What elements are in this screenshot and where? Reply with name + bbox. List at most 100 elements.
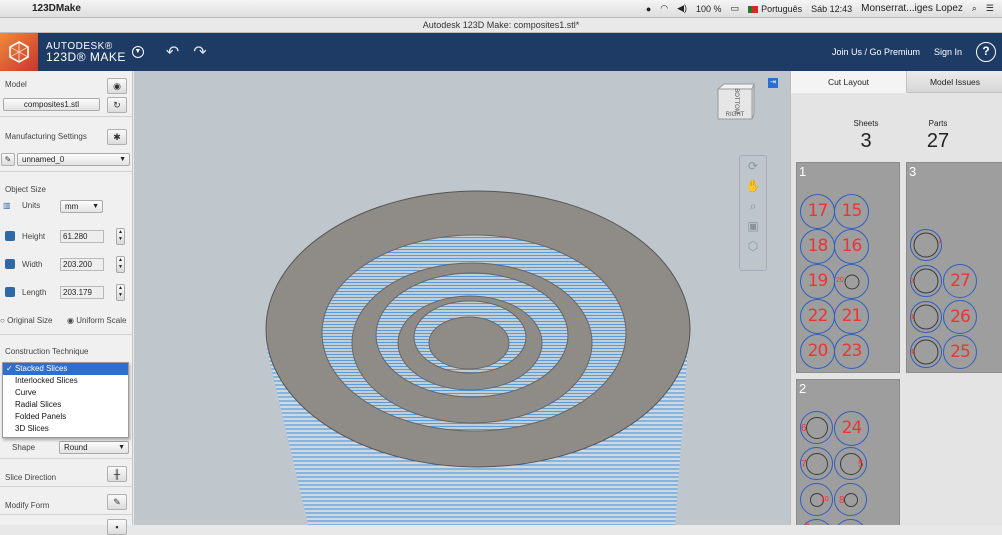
part[interactable]: 1 xyxy=(910,229,942,261)
part[interactable]: 20 xyxy=(800,334,835,369)
length-field[interactable]: 203.179 xyxy=(60,286,104,299)
length-icon xyxy=(5,287,15,297)
part-hole xyxy=(805,416,828,439)
pin-icon[interactable]: ⇥ xyxy=(768,78,778,88)
part[interactable]: 18 xyxy=(800,229,835,264)
part[interactable]: 17 xyxy=(800,194,835,229)
modify-form-section[interactable]: Modify Form ✎ xyxy=(0,487,133,515)
part[interactable]: 4 xyxy=(910,336,942,368)
right-tabs: Cut Layout Model Issues xyxy=(791,71,1002,93)
length-stepper[interactable]: ▲ ▼ xyxy=(116,284,125,301)
menu-item-curve[interactable]: Curve xyxy=(3,387,128,399)
mac-menubar: 123DMake ● ◠ ◀) 100 % ▭ Português Sáb 12… xyxy=(0,0,1002,18)
tab-cut-layout[interactable]: Cut Layout xyxy=(791,71,907,93)
part[interactable]: 3 xyxy=(910,301,942,333)
part[interactable]: 5 xyxy=(834,447,867,480)
home-view-icon[interactable]: ⬡ xyxy=(740,236,766,256)
uniform-scale-radio[interactable]: ◉ Uniform Scale xyxy=(67,316,126,325)
manufacturing-select[interactable]: unnamed_0 ▼ xyxy=(17,153,130,166)
slice-direction-section[interactable]: Slice Direction ╫ xyxy=(0,459,133,487)
tab-model-issues[interactable]: Model Issues xyxy=(907,71,1002,93)
part[interactable]: 27 xyxy=(943,264,977,298)
original-size-radio[interactable]: ○ Original Size xyxy=(0,316,52,325)
part[interactable]: 26 xyxy=(943,300,977,334)
modify-form-icon[interactable]: ✎ xyxy=(107,494,127,510)
part[interactable]: 8 xyxy=(834,483,867,516)
clock[interactable]: Sáb 12:43 xyxy=(811,4,852,14)
model-file-field[interactable]: composites1.stl xyxy=(3,98,100,111)
height-field[interactable]: 61.280 xyxy=(60,230,104,243)
part[interactable] xyxy=(834,519,867,525)
part[interactable]: 7 xyxy=(800,447,833,480)
evernote-icon[interactable]: ● xyxy=(646,4,651,14)
units-select[interactable]: mm ▼ xyxy=(60,200,103,213)
sheet-number: 1 xyxy=(799,164,807,179)
modify-form-label: Modify Form xyxy=(5,501,50,510)
part[interactable]: 20 xyxy=(834,264,869,299)
menu-item-interlocked-slices[interactable]: Interlocked Slices xyxy=(3,375,128,387)
brand: AUTODESK® 123D® MAKE xyxy=(46,41,126,63)
part[interactable]: 24 xyxy=(834,411,869,446)
slice-direction-icon[interactable]: ╫ xyxy=(107,466,127,482)
viewcube-bottom-label: BOTTOM xyxy=(733,88,739,114)
3d-viewport[interactable]: ⇥ BOTTOM RIGHT ⟳ ✋ ⌕ ▣ ⬡ xyxy=(134,71,790,525)
menu-item-3d-slices[interactable]: 3D Slices xyxy=(3,423,128,435)
part[interactable]: 16 xyxy=(834,229,869,264)
redo-icon[interactable]: ↷ xyxy=(193,42,206,62)
zoom-icon[interactable]: ⌕ xyxy=(740,196,766,216)
height-stepper[interactable]: ▲ ▼ xyxy=(116,228,125,245)
sheet-3[interactable]: 3 1 2 3 4 27 26 25 xyxy=(906,162,1002,373)
pan-hand-icon[interactable]: ✋ xyxy=(740,176,766,196)
object-size-label: Object Size xyxy=(5,185,46,194)
part[interactable]: 22 xyxy=(800,299,835,334)
part[interactable]: 2 xyxy=(910,265,942,297)
refresh-icon[interactable]: ↻ xyxy=(107,97,127,113)
spotlight-icon[interactable]: ⌕ xyxy=(972,3,977,14)
orbit-icon[interactable]: ⟳ xyxy=(740,156,766,176)
width-label: Width xyxy=(22,260,43,269)
part[interactable]: 19 xyxy=(800,264,835,299)
header-right: Join Us / Go Premium Sign In ? xyxy=(832,42,1002,62)
battery-icon[interactable]: ▭ xyxy=(731,3,740,14)
fit-icon[interactable]: ▣ xyxy=(740,216,766,236)
part[interactable]: 23 xyxy=(834,334,869,369)
menu-item-stacked-slices[interactable]: ✓ Stacked Slices xyxy=(3,363,128,375)
sign-in-link[interactable]: Sign In xyxy=(934,47,962,57)
wifi-icon[interactable]: ◠ xyxy=(660,3,668,14)
part[interactable]: 9 xyxy=(800,519,833,525)
language-menu[interactable]: Português xyxy=(748,4,802,14)
part[interactable]: 25 xyxy=(943,335,977,369)
undo-icon[interactable]: ↶ xyxy=(166,42,179,62)
width-field[interactable]: 203.200 xyxy=(60,258,104,271)
volume-icon[interactable]: ◀) xyxy=(677,3,687,14)
brand-product: 123D® MAKE xyxy=(46,50,126,64)
gear-icon[interactable]: ✱ xyxy=(107,129,127,145)
viewcube[interactable]: BOTTOM RIGHT xyxy=(714,83,756,131)
menu-item-folded-panels[interactable]: Folded Panels xyxy=(3,411,128,423)
eye-icon[interactable]: ◉ xyxy=(107,78,127,94)
part[interactable]: 10 xyxy=(800,483,833,516)
shape-select[interactable]: Round ▼ xyxy=(59,441,129,454)
notification-center-icon[interactable]: ☰ xyxy=(986,3,994,14)
width-stepper[interactable]: ▲ ▼ xyxy=(116,256,125,273)
chevron-down-icon[interactable]: ▼ xyxy=(131,46,144,58)
user-menu[interactable]: Monserrat...iges Lopez xyxy=(861,3,963,14)
part[interactable]: 6 xyxy=(800,411,833,444)
sheet-1[interactable]: 1 17 15 18 16 19 20 22 21 20 23 xyxy=(796,162,900,373)
part[interactable]: 15 xyxy=(834,194,869,229)
help-icon[interactable]: ? xyxy=(976,42,996,62)
right-panel: Cut Layout Model Issues Sheets 3 Parts 2… xyxy=(790,71,1002,525)
sheet-2[interactable]: 2 6 24 7 5 10 8 9 xyxy=(796,379,900,525)
menu-item-radial-slices[interactable]: Radial Slices xyxy=(3,399,128,411)
pencil-icon[interactable]: ✎ xyxy=(1,153,15,166)
more-options-icon[interactable]: ▪ xyxy=(107,519,127,535)
part[interactable]: 21 xyxy=(834,299,869,334)
sheet-number: 2 xyxy=(799,381,807,396)
battery-text[interactable]: 100 % xyxy=(696,4,722,14)
join-premium-link[interactable]: Join Us / Go Premium xyxy=(832,47,920,57)
parts-count: 27 xyxy=(926,130,950,152)
left-panel: Model ◉ composites1.stl ↻ Manufacturing … xyxy=(0,71,133,535)
part-hole xyxy=(913,339,939,365)
app-menu-name[interactable]: 123DMake xyxy=(32,3,81,14)
part-label: 6 xyxy=(801,423,807,434)
